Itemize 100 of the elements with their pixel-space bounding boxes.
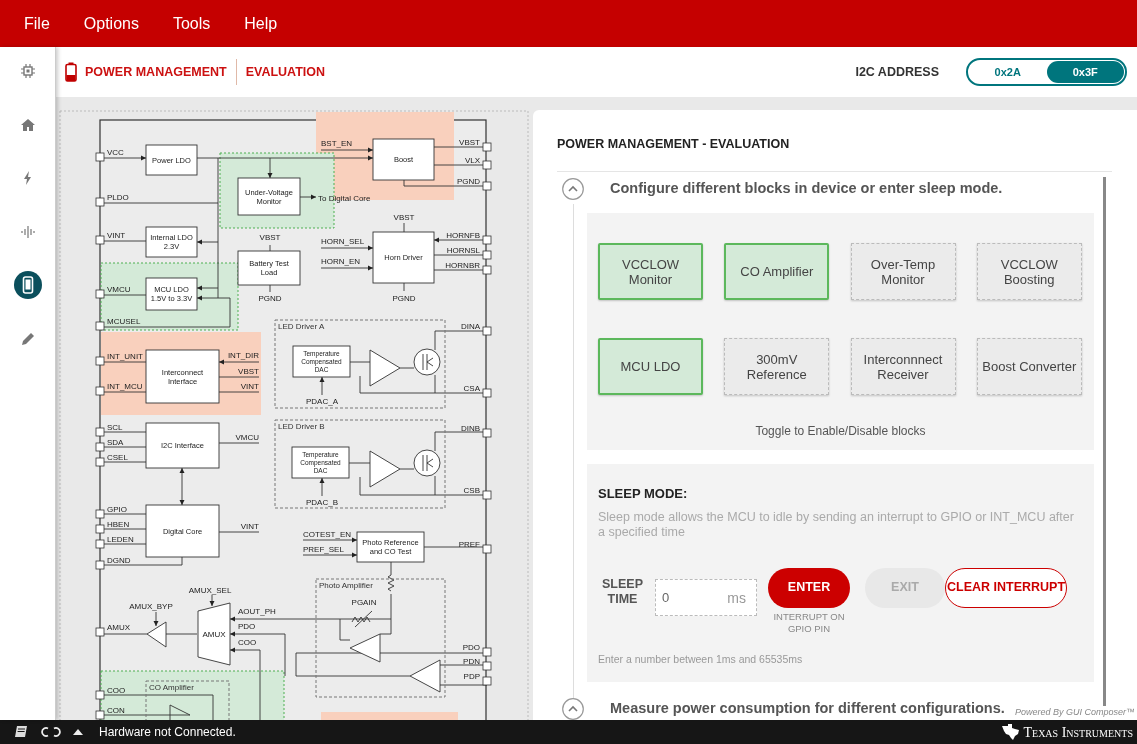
signal-label: VMCU <box>235 433 259 442</box>
amplifier-symbol <box>349 633 381 663</box>
unit-label: ms <box>727 588 746 608</box>
connect-icon[interactable] <box>40 726 62 738</box>
pin-pad <box>95 289 105 299</box>
pin-pad <box>482 326 492 336</box>
block-toggle[interactable]: MCU LDO <box>598 338 703 395</box>
wire <box>218 376 260 378</box>
signal-label: PDO <box>238 622 256 631</box>
section-heading[interactable]: Measure power consumption for different configurations. <box>610 698 1005 720</box>
breadcrumb-link[interactable]: POWER MANAGEMENT <box>85 62 227 82</box>
pin-label: VMCU <box>107 285 131 294</box>
diagram-block <box>145 144 198 176</box>
amplifier-symbol <box>369 450 401 488</box>
wire <box>218 531 260 533</box>
pin-label: DINA <box>460 322 480 331</box>
chip-icon[interactable] <box>19 63 36 79</box>
home-icon[interactable] <box>19 116 36 133</box>
signal-label: PGND <box>258 294 282 303</box>
phone-icon[interactable] <box>13 271 42 299</box>
pin-pad <box>482 428 492 438</box>
menu-item[interactable]: Tools <box>172 11 211 36</box>
sleep-time-label: SLEEP TIME <box>601 576 644 607</box>
pin-pad <box>95 627 105 637</box>
pin-label: DGND <box>107 556 131 565</box>
pin-label: AMUX <box>107 623 131 632</box>
pin-pad <box>482 181 492 191</box>
signal-label: VBST <box>259 233 281 242</box>
block-toggle[interactable]: VCCLOW Boosting <box>976 243 1082 300</box>
caret-up-icon[interactable] <box>73 729 83 735</box>
block-toggle[interactable]: Over-Temp Monitor <box>850 243 956 300</box>
pin-label: SCL <box>107 423 123 432</box>
signal-label: AMUX_SEL <box>188 586 232 595</box>
signal-label: BST_EN <box>321 139 353 148</box>
wire <box>259 649 261 720</box>
diagram-block <box>145 277 198 311</box>
pin-label: INT_UNIT <box>107 352 143 361</box>
wire <box>102 391 147 393</box>
footer-note: Powered By GUI Composer™ <box>1014 705 1135 719</box>
block-toggle[interactable]: Interconnnect Receiver <box>850 338 956 395</box>
block-toggle[interactable]: 300mV Reference <box>724 338 830 395</box>
wire <box>349 361 371 363</box>
menu-item[interactable]: Help <box>244 11 278 36</box>
sleep-action-button[interactable]: CLEAR INTERRUPT <box>945 567 1067 608</box>
amplifier-symbol <box>169 704 191 720</box>
diagram-block <box>237 177 301 216</box>
signal-label: COO <box>238 638 257 647</box>
wire <box>403 282 405 292</box>
sleep-mode-heading: SLEEP MODE: <box>598 485 689 503</box>
amplifier-symbol <box>369 349 401 387</box>
block-toggle[interactable]: Boost Converter <box>976 338 1082 395</box>
signal-label: COTEST_EN <box>303 530 351 539</box>
diagram-block <box>292 345 351 378</box>
pin-pad <box>95 560 105 570</box>
toggle-hint: Toggle to Enable/Disable blocks <box>754 423 927 440</box>
menu-item[interactable]: Options <box>83 11 139 36</box>
section-heading[interactable]: Configure different blocks in device or enter sleep mode. <box>610 177 1003 200</box>
wire <box>102 446 147 448</box>
pin-label: GPIO <box>107 505 127 514</box>
menu-item[interactable]: File <box>24 11 50 36</box>
wire <box>218 442 260 444</box>
pin-label: HORNFB <box>446 231 480 240</box>
pin-label: PDO <box>462 643 480 652</box>
wire <box>102 633 148 635</box>
breadcrumb-link[interactable]: EVALUATION <box>245 62 326 82</box>
signal-label: PGAIN <box>351 598 377 607</box>
pin-label: CON <box>107 706 125 715</box>
wire <box>348 462 371 464</box>
wire <box>403 222 405 233</box>
signal-label: VBST <box>393 213 415 222</box>
block-toggle[interactable]: VCCLOW Monitor <box>598 243 703 300</box>
diagram-block <box>145 226 198 258</box>
signal-label: PDAC_B <box>306 498 338 507</box>
pin-label: VCC <box>107 148 124 157</box>
signal-label: INT_DIR <box>227 351 259 360</box>
group-title: Photo Amplifier <box>319 581 373 590</box>
signal-label: PDAC_A <box>306 397 338 406</box>
collapse-icon[interactable] <box>562 698 584 720</box>
pencil-icon[interactable] <box>19 330 36 347</box>
pin-label: PDN <box>463 657 480 666</box>
pin-label: PGND <box>456 177 480 186</box>
pin-pad <box>482 388 492 398</box>
pin-pad <box>95 152 105 162</box>
pin-label: CSA <box>463 384 480 393</box>
sleep-action-button[interactable]: ENTER <box>768 567 850 608</box>
pin-label: HBEN <box>107 520 130 529</box>
pin-pad <box>95 356 105 366</box>
address-option[interactable]: 0x3F <box>1046 61 1124 83</box>
book-icon[interactable] <box>14 725 29 739</box>
transistor-symbol <box>413 449 441 477</box>
signal-label: To Digital Core <box>318 194 371 203</box>
pin-pad <box>482 490 492 500</box>
pin-label: VBST <box>459 138 480 147</box>
block-toggle[interactable]: CO Amplifier <box>724 243 830 300</box>
wire <box>102 431 147 433</box>
variable-resistor-symbol <box>351 610 373 628</box>
wire <box>102 513 147 515</box>
scrollbar[interactable] <box>1103 177 1106 707</box>
collapse-icon[interactable] <box>562 177 584 200</box>
connection-status: Hardware not Connected. <box>99 724 236 741</box>
